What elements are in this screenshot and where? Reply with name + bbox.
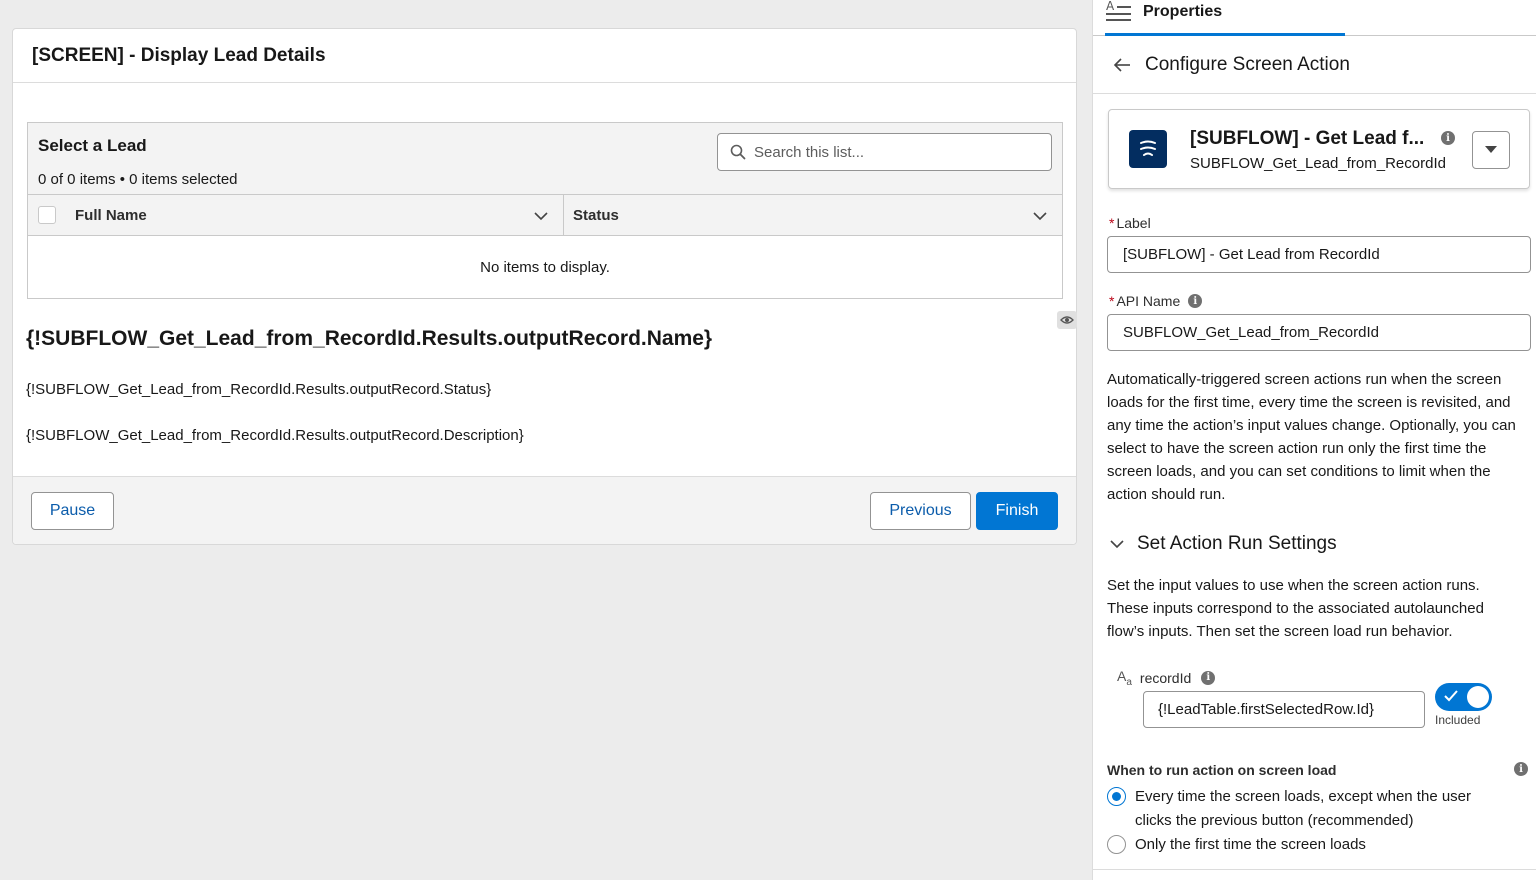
input-variable-label: Aa recordId i <box>1117 668 1216 688</box>
caret-down-icon <box>1485 146 1497 153</box>
back-arrow-icon[interactable] <box>1113 57 1131 73</box>
search-input[interactable] <box>754 143 1034 161</box>
api-name-field-label-text: API Name <box>1116 293 1181 309</box>
chevron-down-icon[interactable] <box>533 208 549 224</box>
info-icon[interactable]: i <box>1201 670 1216 685</box>
column-header-full-name[interactable]: Full Name <box>28 195 564 235</box>
run-settings-section-title: Set Action Run Settings <box>1137 533 1337 554</box>
action-api-name: SUBFLOW_Get_Lead_from_RecordId <box>1190 155 1446 172</box>
info-icon[interactable]: i <box>1188 294 1203 308</box>
column-label-status: Status <box>573 206 619 224</box>
lead-table-columns: Full Name Status <box>28 195 1062 236</box>
finish-button[interactable]: Finish <box>976 492 1058 530</box>
when-to-run-label: When to run action on screen load <box>1107 762 1337 778</box>
lead-data-table: Select a Lead 0 of 0 items • 0 items sel… <box>27 122 1063 299</box>
chevron-down-icon[interactable] <box>1032 208 1048 224</box>
lead-table-title: Select a Lead <box>38 136 147 155</box>
label-input[interactable] <box>1107 236 1531 273</box>
lead-description-display: {!SUBFLOW_Get_Lead_from_RecordId.Results… <box>26 427 524 444</box>
previous-button[interactable]: Previous <box>870 492 971 530</box>
flow-icon <box>1129 130 1167 168</box>
screen-header: [SCREEN] - Display Lead Details <box>13 29 1076 83</box>
radio-button[interactable] <box>1107 835 1126 854</box>
visibility-eye-icon[interactable] <box>1057 311 1077 329</box>
run-settings-description: Set the input values to use when the scr… <box>1107 577 1484 640</box>
screen-action-description: Automatically-triggered screen actions r… <box>1107 371 1516 503</box>
lead-table-empty-state: No items to display. <box>480 258 610 276</box>
chevron-down-icon <box>1110 540 1124 549</box>
tab-properties-label: Properties <box>1143 2 1223 20</box>
panel-subheader-title: Configure Screen Action <box>1145 53 1350 75</box>
column-label-full-name: Full Name <box>75 206 147 224</box>
info-icon[interactable]: i <box>1441 131 1455 145</box>
lead-table-header: Select a Lead 0 of 0 items • 0 items sel… <box>28 123 1062 195</box>
text-type-icon: Aa <box>1117 668 1132 688</box>
panel-tab-bar: A Properties <box>1093 0 1536 36</box>
radio-option-first-time-label: Only the first time the screen loads <box>1135 836 1366 853</box>
record-id-input[interactable] <box>1143 691 1425 728</box>
required-marker: * <box>1109 293 1115 309</box>
api-name-input[interactable] <box>1107 314 1531 351</box>
pause-button[interactable]: Pause <box>31 492 114 530</box>
search-icon <box>730 144 746 160</box>
screen-title: [SCREEN] - Display Lead Details <box>32 44 326 66</box>
lead-table-count: 0 of 0 items • 0 items selected <box>38 171 238 188</box>
action-menu-button[interactable] <box>1472 131 1510 169</box>
selected-action-card: [SUBFLOW] - Get Lead f... i SUBFLOW_Get_… <box>1108 109 1530 189</box>
svg-text:A: A <box>1106 0 1115 13</box>
radio-button-selected[interactable] <box>1107 787 1126 806</box>
properties-panel: A Properties Configure Screen Action [SU… <box>1092 0 1536 880</box>
info-icon[interactable]: i <box>1514 762 1528 776</box>
lead-name-display: {!SUBFLOW_Get_Lead_from_RecordId.Results… <box>26 327 713 350</box>
label-field-label: * Label <box>1109 215 1151 231</box>
radio-option-every-time[interactable]: Every time the screen loads, except when… <box>1107 785 1507 833</box>
label-field-label-text: Label <box>1116 215 1151 231</box>
include-toggle[interactable] <box>1435 683 1492 711</box>
action-title: [SUBFLOW] - Get Lead f... <box>1190 128 1425 149</box>
toggle-knob <box>1467 686 1489 708</box>
screen-preview-card: [SCREEN] - Display Lead Details Select a… <box>12 28 1077 545</box>
radio-option-first-time[interactable]: Only the first time the screen loads <box>1107 833 1366 857</box>
toggle-caption: Included <box>1435 713 1481 727</box>
panel-subheader: Configure Screen Action <box>1093 36 1536 94</box>
lead-table-search[interactable] <box>717 133 1052 171</box>
radio-option-every-time-label: Every time the screen loads, except when… <box>1135 788 1472 829</box>
properties-icon: A <box>1106 0 1131 21</box>
lead-status-display: {!SUBFLOW_Get_Lead_from_RecordId.Results… <box>26 381 492 398</box>
checkmark-icon <box>1444 690 1458 702</box>
screen-footer: Pause Previous Finish <box>13 476 1076 544</box>
column-header-status[interactable]: Status <box>564 195 1062 235</box>
tab-properties[interactable]: A Properties <box>1105 0 1345 36</box>
api-name-field-label: * API Name i <box>1109 293 1203 309</box>
select-all-checkbox[interactable] <box>38 206 56 224</box>
required-marker: * <box>1109 215 1115 231</box>
run-settings-section-toggle[interactable]: Set Action Run Settings <box>1109 533 1337 555</box>
input-variable-name: recordId <box>1139 669 1192 686</box>
divider <box>1093 869 1536 870</box>
